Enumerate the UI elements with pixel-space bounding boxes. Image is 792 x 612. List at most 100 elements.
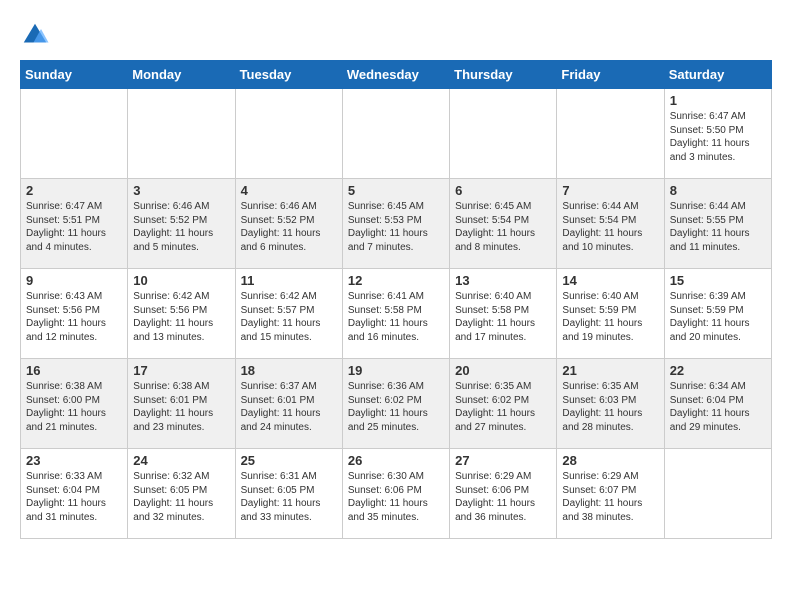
day-number: 13 xyxy=(455,273,551,288)
day-number: 26 xyxy=(348,453,444,468)
calendar-cell xyxy=(664,449,771,539)
day-info: Sunrise: 6:42 AM Sunset: 5:57 PM Dayligh… xyxy=(241,290,337,344)
day-number: 5 xyxy=(348,183,444,198)
calendar-cell: 19 Sunrise: 6:36 AM Sunset: 6:02 PM Dayli… xyxy=(342,359,449,449)
day-number: 20 xyxy=(455,363,551,378)
day-info: Sunrise: 6:29 AM Sunset: 6:07 PM Dayligh… xyxy=(562,470,658,524)
calendar-cell: 14 Sunrise: 6:40 AM Sunset: 5:59 PM Dayli… xyxy=(557,269,664,359)
day-info: Sunrise: 6:33 AM Sunset: 6:04 PM Dayligh… xyxy=(26,470,122,524)
calendar-cell: 5 Sunrise: 6:45 AM Sunset: 5:53 PM Daylig… xyxy=(342,179,449,269)
calendar-week-row: 16 Sunrise: 6:38 AM Sunset: 6:00 PM Dayli… xyxy=(21,359,772,449)
calendar-cell: 26 Sunrise: 6:30 AM Sunset: 6:06 PM Dayli… xyxy=(342,449,449,539)
calendar-cell: 4 Sunrise: 6:46 AM Sunset: 5:52 PM Daylig… xyxy=(235,179,342,269)
day-info: Sunrise: 6:36 AM Sunset: 6:02 PM Dayligh… xyxy=(348,380,444,434)
calendar-cell: 9 Sunrise: 6:43 AM Sunset: 5:56 PM Daylig… xyxy=(21,269,128,359)
calendar-cell: 15 Sunrise: 6:39 AM Sunset: 5:59 PM Dayli… xyxy=(664,269,771,359)
calendar-cell: 17 Sunrise: 6:38 AM Sunset: 6:01 PM Dayli… xyxy=(128,359,235,449)
calendar-cell xyxy=(21,89,128,179)
calendar-table: SundayMondayTuesdayWednesdayThursdayFrid… xyxy=(20,60,772,539)
day-info: Sunrise: 6:46 AM Sunset: 5:52 PM Dayligh… xyxy=(241,200,337,254)
calendar-cell xyxy=(342,89,449,179)
calendar-cell xyxy=(128,89,235,179)
day-number: 19 xyxy=(348,363,444,378)
day-info: Sunrise: 6:38 AM Sunset: 6:01 PM Dayligh… xyxy=(133,380,229,434)
day-info: Sunrise: 6:41 AM Sunset: 5:58 PM Dayligh… xyxy=(348,290,444,344)
calendar-cell: 10Sunrise: 6:42 AM Sunset: 5:56 PM Dayli… xyxy=(128,269,235,359)
day-number: 21 xyxy=(562,363,658,378)
calendar-day-header: Saturday xyxy=(664,61,771,89)
day-info: Sunrise: 6:45 AM Sunset: 5:53 PM Dayligh… xyxy=(348,200,444,254)
day-info: Sunrise: 6:47 AM Sunset: 5:51 PM Dayligh… xyxy=(26,200,122,254)
day-info: Sunrise: 6:38 AM Sunset: 6:00 PM Dayligh… xyxy=(26,380,122,434)
calendar-header-row: SundayMondayTuesdayWednesdayThursdayFrid… xyxy=(21,61,772,89)
day-number: 6 xyxy=(455,183,551,198)
calendar-cell: 11 Sunrise: 6:42 AM Sunset: 5:57 PM Dayli… xyxy=(235,269,342,359)
calendar-day-header: Friday xyxy=(557,61,664,89)
calendar-cell: 28 Sunrise: 6:29 AM Sunset: 6:07 PM Dayli… xyxy=(557,449,664,539)
day-number: 10 xyxy=(133,273,229,288)
day-info: Sunrise: 6:47 AM Sunset: 5:50 PM Dayligh… xyxy=(670,110,766,164)
day-number: 22 xyxy=(670,363,766,378)
calendar-cell xyxy=(450,89,557,179)
calendar-cell: 2Sunrise: 6:47 AM Sunset: 5:51 PM Daylig… xyxy=(21,179,128,269)
day-info: Sunrise: 6:35 AM Sunset: 6:02 PM Dayligh… xyxy=(455,380,551,434)
day-info: Sunrise: 6:44 AM Sunset: 5:54 PM Dayligh… xyxy=(562,200,658,254)
calendar-cell: 27 Sunrise: 6:29 AM Sunset: 6:06 PM Dayli… xyxy=(450,449,557,539)
day-number: 3 xyxy=(133,183,229,198)
calendar-cell: 16 Sunrise: 6:38 AM Sunset: 6:00 PM Dayli… xyxy=(21,359,128,449)
day-info: Sunrise: 6:30 AM Sunset: 6:06 PM Dayligh… xyxy=(348,470,444,524)
day-number: 1 xyxy=(670,93,766,108)
calendar-day-header: Wednesday xyxy=(342,61,449,89)
calendar-cell: 12Sunrise: 6:41 AM Sunset: 5:58 PM Dayli… xyxy=(342,269,449,359)
calendar-cell: 24 Sunrise: 6:32 AM Sunset: 6:05 PM Dayli… xyxy=(128,449,235,539)
day-info: Sunrise: 6:39 AM Sunset: 5:59 PM Dayligh… xyxy=(670,290,766,344)
calendar-week-row: 23Sunrise: 6:33 AM Sunset: 6:04 PM Dayli… xyxy=(21,449,772,539)
day-info: Sunrise: 6:29 AM Sunset: 6:06 PM Dayligh… xyxy=(455,470,551,524)
calendar-cell: 21 Sunrise: 6:35 AM Sunset: 6:03 PM Dayli… xyxy=(557,359,664,449)
day-info: Sunrise: 6:32 AM Sunset: 6:05 PM Dayligh… xyxy=(133,470,229,524)
calendar-day-header: Monday xyxy=(128,61,235,89)
calendar-cell: 3 Sunrise: 6:46 AM Sunset: 5:52 PM Daylig… xyxy=(128,179,235,269)
calendar-cell: 23Sunrise: 6:33 AM Sunset: 6:04 PM Dayli… xyxy=(21,449,128,539)
calendar-week-row: 1 Sunrise: 6:47 AM Sunset: 5:50 PM Daylig… xyxy=(21,89,772,179)
day-number: 24 xyxy=(133,453,229,468)
page-header xyxy=(20,20,772,50)
day-info: Sunrise: 6:45 AM Sunset: 5:54 PM Dayligh… xyxy=(455,200,551,254)
day-number: 18 xyxy=(241,363,337,378)
calendar-cell: 22 Sunrise: 6:34 AM Sunset: 6:04 PM Dayli… xyxy=(664,359,771,449)
day-info: Sunrise: 6:40 AM Sunset: 5:59 PM Dayligh… xyxy=(562,290,658,344)
day-number: 15 xyxy=(670,273,766,288)
day-number: 11 xyxy=(241,273,337,288)
day-info: Sunrise: 6:34 AM Sunset: 6:04 PM Dayligh… xyxy=(670,380,766,434)
calendar-week-row: 2Sunrise: 6:47 AM Sunset: 5:51 PM Daylig… xyxy=(21,179,772,269)
day-number: 27 xyxy=(455,453,551,468)
day-info: Sunrise: 6:35 AM Sunset: 6:03 PM Dayligh… xyxy=(562,380,658,434)
day-info: Sunrise: 6:44 AM Sunset: 5:55 PM Dayligh… xyxy=(670,200,766,254)
calendar-cell xyxy=(235,89,342,179)
day-number: 9 xyxy=(26,273,122,288)
calendar-cell: 7 Sunrise: 6:44 AM Sunset: 5:54 PM Daylig… xyxy=(557,179,664,269)
day-info: Sunrise: 6:37 AM Sunset: 6:01 PM Dayligh… xyxy=(241,380,337,434)
calendar-day-header: Thursday xyxy=(450,61,557,89)
day-info: Sunrise: 6:40 AM Sunset: 5:58 PM Dayligh… xyxy=(455,290,551,344)
day-info: Sunrise: 6:46 AM Sunset: 5:52 PM Dayligh… xyxy=(133,200,229,254)
day-number: 7 xyxy=(562,183,658,198)
calendar-cell: 8 Sunrise: 6:44 AM Sunset: 5:55 PM Daylig… xyxy=(664,179,771,269)
calendar-cell: 13 Sunrise: 6:40 AM Sunset: 5:58 PM Dayli… xyxy=(450,269,557,359)
calendar-cell: 18 Sunrise: 6:37 AM Sunset: 6:01 PM Dayli… xyxy=(235,359,342,449)
logo xyxy=(20,20,54,50)
day-number: 4 xyxy=(241,183,337,198)
calendar-cell: 1 Sunrise: 6:47 AM Sunset: 5:50 PM Daylig… xyxy=(664,89,771,179)
day-number: 14 xyxy=(562,273,658,288)
day-number: 8 xyxy=(670,183,766,198)
calendar-cell xyxy=(557,89,664,179)
calendar-cell: 20 Sunrise: 6:35 AM Sunset: 6:02 PM Dayli… xyxy=(450,359,557,449)
calendar-cell: 25Sunrise: 6:31 AM Sunset: 6:05 PM Dayli… xyxy=(235,449,342,539)
logo-icon xyxy=(20,20,50,50)
calendar-week-row: 9 Sunrise: 6:43 AM Sunset: 5:56 PM Daylig… xyxy=(21,269,772,359)
day-number: 16 xyxy=(26,363,122,378)
day-number: 25 xyxy=(241,453,337,468)
day-info: Sunrise: 6:43 AM Sunset: 5:56 PM Dayligh… xyxy=(26,290,122,344)
day-number: 28 xyxy=(562,453,658,468)
day-number: 17 xyxy=(133,363,229,378)
